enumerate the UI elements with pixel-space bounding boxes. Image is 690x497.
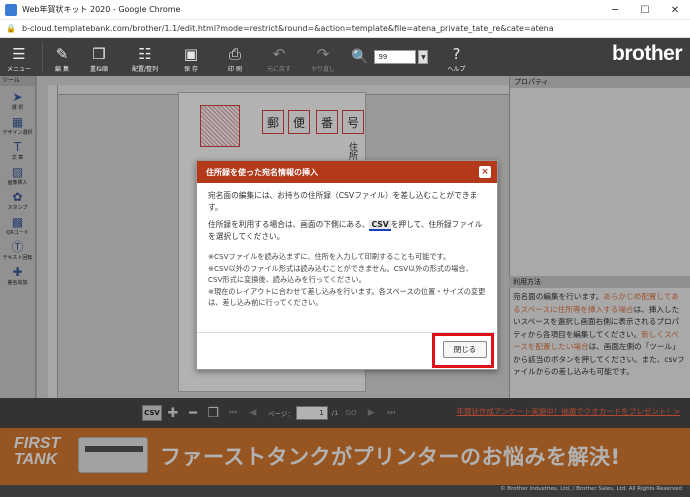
pencil-icon: ✎ — [55, 45, 69, 63]
footer: © Brother Industries, Ltd. / Brother Sal… — [0, 485, 690, 497]
zoom-dropdown-icon[interactable]: ▼ — [418, 50, 429, 64]
layer-order-button[interactable]: ❒ 重ね順 — [77, 38, 121, 76]
menu-label: メニュー — [6, 66, 31, 73]
dialog-close-icon[interactable]: × — [479, 166, 491, 178]
arrange-button[interactable]: ☷ 配置/整列 — [121, 38, 169, 76]
dialog-paragraph: 住所録を利用する場合は、画面の下側にある、 CSV を押して、住所録ファイルを選択し… — [208, 219, 487, 243]
save-label: 保 存 — [184, 66, 198, 73]
copyright-text: © Brother Industries, Ltd. / Brother Sal… — [500, 486, 682, 492]
question-icon: ? — [452, 45, 461, 63]
csv-reference: CSV — [369, 220, 391, 231]
dialog-notes: ※CSVファイルを読み込まずに、住所を入力して印刷することも可能です。 ※CSV… — [208, 251, 487, 309]
browser-titlebar: Web年賀状キット 2020 - Google Chrome ─ ☐ ✕ — [0, 0, 690, 20]
zoom-input[interactable]: 99 — [374, 50, 417, 64]
undo-label: 元に戻す — [266, 66, 291, 73]
magnifier-icon: 🔍 — [351, 49, 369, 65]
minimize-button[interactable]: ─ — [600, 0, 630, 20]
note-item: ※CSVファイルを読み込まずに、住所を入力して印刷することも可能です。 — [208, 252, 451, 261]
zoom-control: 🔍 99 ▼ — [351, 38, 429, 76]
note-item: ※CSV以外のファイル形式は読み込むことができません。CSV以外の形式の場合、C… — [208, 263, 473, 285]
app-toolbar: ☰ メニュー ✎ 編 集 ❒ 重ね順 ☷ 配置/整列 ▣ 保 存 ⎙ 印 刷 ↶… — [0, 38, 690, 76]
layers-icon: ❒ — [92, 45, 106, 63]
redo-button[interactable]: ↷ やり直し — [301, 38, 345, 76]
help-label: ヘルプ — [447, 66, 466, 73]
window-title: Web年賀状キット 2020 - Google Chrome — [22, 5, 181, 14]
save-button[interactable]: ▣ 保 存 — [169, 38, 213, 76]
hamburger-icon: ☰ — [12, 45, 26, 63]
window-close-button[interactable]: ✕ — [660, 0, 690, 20]
app-favicon-icon — [5, 3, 17, 16]
edit-label: 編 集 — [55, 66, 69, 73]
dialog-text: 住所録を利用する場合は、画面の下側にある、 — [208, 220, 370, 229]
dialog-body: 宛名面の編集には、お持ちの住所録（CSVファイル）を差し込むことができます。 住… — [197, 183, 497, 309]
address-bar[interactable]: 🔒 b-cloud.templatebank.com/brother/1.1/e… — [0, 20, 690, 38]
note-item: ※現在のレイアウトに合わせて差し込みを行います。各スペースの位置・サイズの変更は… — [208, 286, 486, 308]
menu-button[interactable]: ☰ メニュー — [0, 38, 38, 76]
help-button[interactable]: ? ヘルプ — [436, 38, 476, 76]
toolbar-divider — [42, 42, 43, 72]
highlight-frame — [432, 333, 494, 368]
printer-icon: ⎙ — [228, 45, 241, 63]
redo-icon: ↷ — [316, 45, 330, 63]
undo-icon: ↶ — [272, 45, 286, 63]
brother-logo: brother — [612, 42, 683, 65]
redo-label: やり直し — [310, 66, 335, 73]
dialog-title: 住所録を使った宛名情報の挿入 — [206, 167, 318, 177]
print-label: 印 刷 — [228, 66, 242, 73]
dialog-header: 住所録を使った宛名情報の挿入 — [197, 161, 497, 183]
maximize-button[interactable]: ☐ — [630, 0, 660, 20]
layer-label: 重ね順 — [89, 66, 108, 73]
dialog-paragraph: 宛名面の編集には、お持ちの住所録（CSVファイル）を差し込むことができます。 — [208, 191, 478, 212]
floppy-disk-icon: ▣ — [183, 45, 199, 63]
edit-button[interactable]: ✎ 編 集 — [47, 38, 77, 76]
print-button[interactable]: ⎙ 印 刷 — [213, 38, 257, 76]
url-text[interactable]: b-cloud.templatebank.com/brother/1.1/edi… — [22, 24, 554, 33]
lock-icon: 🔒 — [6, 24, 16, 33]
undo-button[interactable]: ↶ 元に戻す — [257, 38, 301, 76]
arrange-label: 配置/整列 — [131, 66, 159, 73]
window-controls: ─ ☐ ✕ — [600, 0, 690, 20]
align-icon: ☷ — [138, 45, 152, 63]
